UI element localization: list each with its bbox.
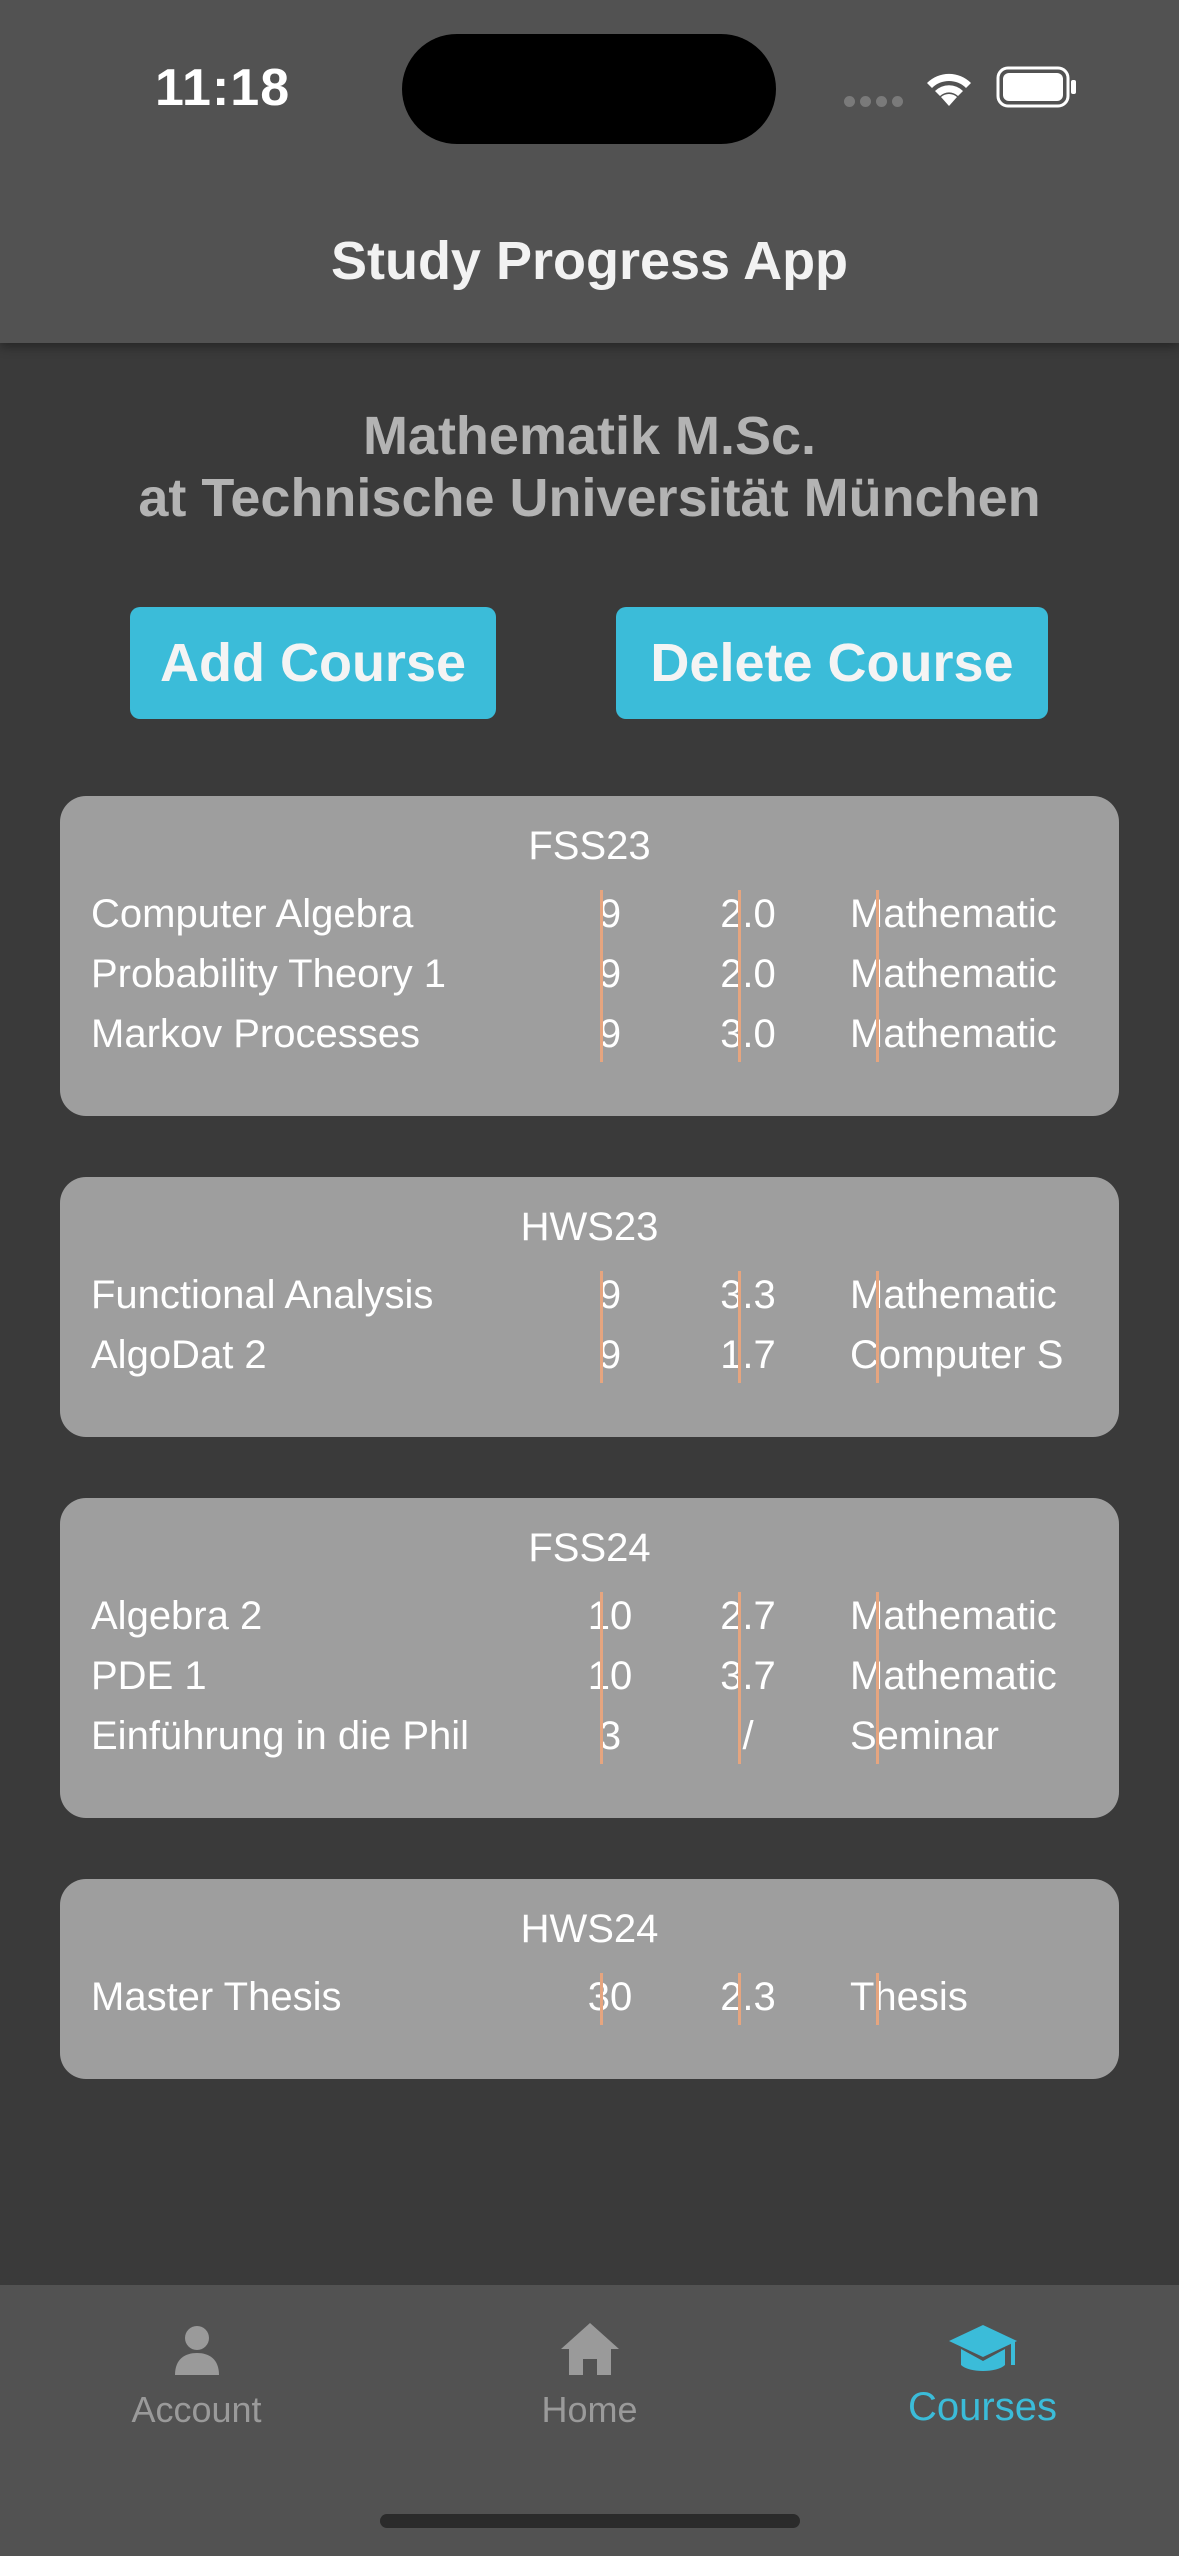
program-degree: Mathematik M.Sc. bbox=[362, 406, 817, 466]
semester-card[interactable]: HWS24 Master Thesis 30 2.3 Thesis bbox=[60, 1879, 1119, 2079]
person-icon bbox=[174, 2326, 219, 2375]
column-divider bbox=[738, 1271, 741, 1383]
course-name: AlgoDat 2 bbox=[91, 1333, 267, 1377]
status-time: 11:18 bbox=[155, 59, 291, 117]
course-ects: 9 bbox=[598, 1333, 622, 1377]
semester-card[interactable]: FSS23 Computer Algebra 9 2.0 Mathematic Proba… bbox=[60, 796, 1119, 1116]
semester-title: HWS23 bbox=[520, 1205, 659, 1249]
course-type: Mathematic bbox=[850, 1594, 1057, 1638]
course-type: Mathematic bbox=[850, 1654, 1057, 1698]
home-indicator bbox=[380, 2514, 800, 2528]
course-grade: 3.3 bbox=[720, 1273, 776, 1317]
course-ects: 9 bbox=[598, 1273, 622, 1317]
add-course-button[interactable]: Add Course bbox=[130, 607, 496, 719]
program-heading: Mathematik M.Sc. at Technische Universit… bbox=[0, 405, 1179, 529]
course-name: Probability Theory 1 bbox=[91, 952, 446, 996]
course-row[interactable]: PDE 1 10 3.7 Mathematic bbox=[60, 1646, 1119, 1706]
nav-account-label: Account bbox=[131, 2389, 262, 2430]
course-row[interactable]: Probability Theory 1 9 2.0 Mathematic bbox=[60, 944, 1119, 1004]
course-ects: 10 bbox=[587, 1654, 633, 1698]
column-divider bbox=[876, 890, 879, 1062]
course-name: Algebra 2 bbox=[91, 1594, 263, 1638]
dynamic-island bbox=[402, 34, 776, 144]
course-name: Markov Processes bbox=[91, 1012, 420, 1056]
home-icon bbox=[560, 2323, 619, 2375]
course-ects: 10 bbox=[587, 1594, 633, 1638]
column-divider bbox=[600, 890, 603, 1062]
semester-card[interactable]: FSS24 Algebra 2 10 2.7 Mathematic PDE 1 10 3.7 M… bbox=[60, 1498, 1119, 1818]
nav-home[interactable]: Home bbox=[393, 2285, 786, 2445]
column-divider bbox=[876, 1592, 879, 1764]
course-grade: 3.7 bbox=[720, 1654, 776, 1698]
column-divider bbox=[738, 1592, 741, 1764]
course-grade: 2.3 bbox=[720, 1975, 776, 2019]
nav-courses[interactable]: Courses bbox=[786, 2285, 1179, 2445]
column-divider bbox=[738, 890, 741, 1062]
course-grade: 2.0 bbox=[720, 892, 776, 936]
course-row[interactable]: AlgoDat 2 9 1.7 Computer S bbox=[60, 1325, 1119, 1385]
course-name: PDE 1 bbox=[91, 1654, 207, 1698]
nav-home-label: Home bbox=[541, 2389, 638, 2430]
cellular-signal-icon bbox=[844, 94, 908, 108]
column-divider bbox=[600, 1271, 603, 1383]
course-name: Computer Algebra bbox=[91, 892, 414, 936]
course-type: Mathematic bbox=[850, 1012, 1057, 1056]
nav-courses-label: Courses bbox=[908, 2385, 1057, 2429]
course-row[interactable]: Functional Analysis 9 3.3 Mathematic bbox=[60, 1265, 1119, 1325]
course-ects: 3 bbox=[598, 1714, 622, 1758]
course-row[interactable]: Markov Processes 9 3.0 Mathematic bbox=[60, 1004, 1119, 1064]
course-name: Master Thesis bbox=[91, 1975, 342, 2019]
course-grade: 2.0 bbox=[720, 952, 776, 996]
course-type: Mathematic bbox=[850, 952, 1057, 996]
app-header: 11:18 Study Progress App bbox=[0, 0, 1179, 343]
semester-title: HWS24 bbox=[520, 1907, 659, 1951]
course-grade: 3.0 bbox=[720, 1012, 776, 1056]
course-type: Seminar bbox=[850, 1714, 999, 1758]
battery-icon bbox=[996, 66, 1076, 108]
course-row[interactable]: Master Thesis 30 2.3 Thesis bbox=[60, 1967, 1119, 2027]
course-grade: 1.7 bbox=[720, 1333, 776, 1377]
course-list: Algebra 2 10 2.7 Mathematic PDE 1 10 3.7 Mathem… bbox=[60, 1586, 1119, 1766]
course-ects: 9 bbox=[598, 952, 622, 996]
course-type: Computer S bbox=[850, 1333, 1064, 1377]
column-divider bbox=[876, 1271, 879, 1383]
course-type: Mathematic bbox=[850, 892, 1057, 936]
column-divider bbox=[876, 1973, 879, 2025]
course-type: Thesis bbox=[850, 1975, 968, 2019]
course-list: Master Thesis 30 2.3 Thesis bbox=[60, 1967, 1119, 2027]
graduation-cap-icon bbox=[948, 2325, 1017, 2371]
column-divider bbox=[600, 1973, 603, 2025]
semester-title: FSS23 bbox=[528, 824, 651, 868]
semester-card[interactable]: HWS23 Functional Analysis 9 3.3 Mathematic Al… bbox=[60, 1177, 1119, 1437]
column-divider bbox=[600, 1592, 603, 1764]
delete-course-button[interactable]: Delete Course bbox=[616, 607, 1048, 719]
course-row[interactable]: Einführung in die Phil 3 / Seminar bbox=[60, 1706, 1119, 1766]
course-row[interactable]: Computer Algebra 9 2.0 Mathematic bbox=[60, 884, 1119, 944]
course-ects: 9 bbox=[598, 892, 622, 936]
course-grade: 2.7 bbox=[720, 1594, 776, 1638]
course-type: Mathematic bbox=[850, 1273, 1057, 1317]
course-ects: 9 bbox=[598, 1012, 622, 1056]
wifi-icon bbox=[927, 73, 971, 106]
course-name: Functional Analysis bbox=[91, 1273, 434, 1317]
nav-account[interactable]: Account bbox=[0, 2285, 393, 2445]
course-list: Functional Analysis 9 3.3 Mathematic AlgoDat… bbox=[60, 1265, 1119, 1385]
course-row[interactable]: Algebra 2 10 2.7 Mathematic bbox=[60, 1586, 1119, 1646]
course-name: Einführung in die Phil bbox=[91, 1714, 470, 1758]
course-ects: 30 bbox=[587, 1975, 633, 2019]
course-list: Computer Algebra 9 2.0 Mathematic Probabilit… bbox=[60, 884, 1119, 1064]
program-university: at Technische Universität München bbox=[138, 468, 1041, 528]
column-divider bbox=[738, 1973, 741, 2025]
course-grade: / bbox=[742, 1714, 754, 1758]
app-title: Study Progress App bbox=[330, 231, 849, 291]
semester-title: FSS24 bbox=[528, 1526, 651, 1570]
